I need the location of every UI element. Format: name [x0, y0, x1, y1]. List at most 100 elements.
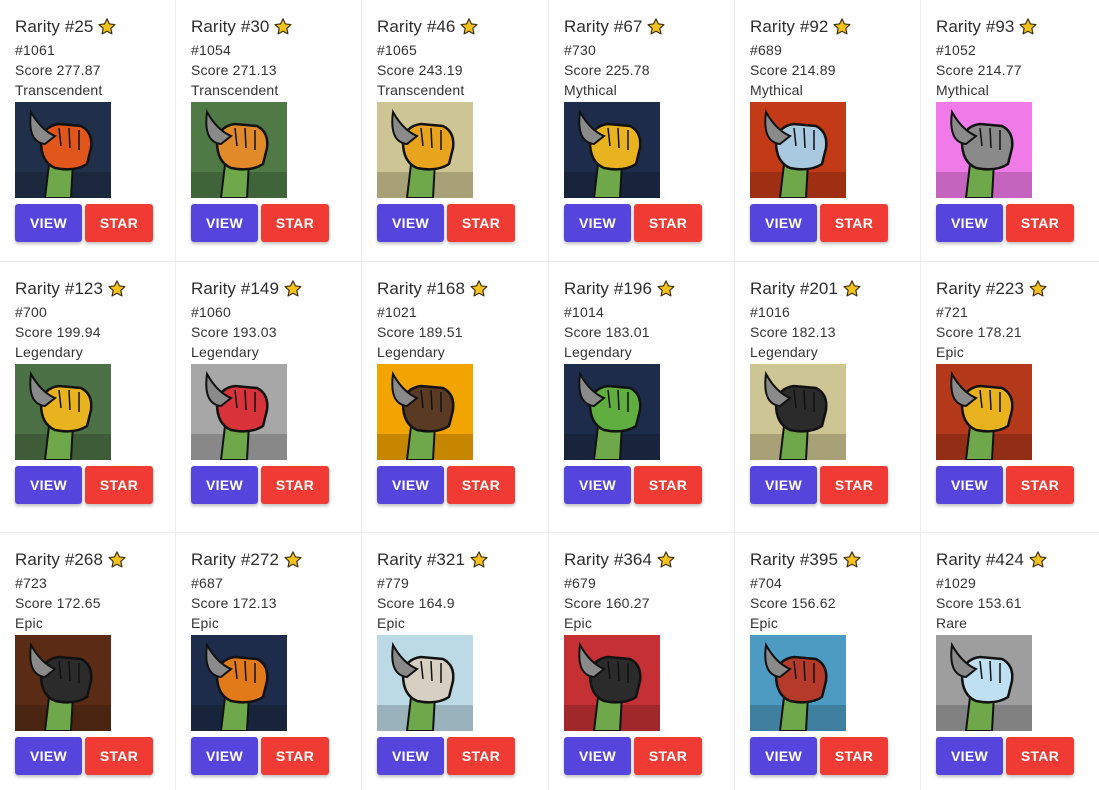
star-icon[interactable] [469, 279, 489, 299]
rarity-score: Score 178.21 [936, 324, 1022, 340]
view-button[interactable]: VIEW [564, 737, 631, 775]
token-id: #721 [936, 304, 968, 320]
star-icon[interactable] [1028, 279, 1048, 299]
card-header: Rarity #25 [15, 15, 175, 39]
nft-card: Rarity #196 #1014 Score 183.01 Legendary… [549, 262, 735, 533]
view-button[interactable]: VIEW [936, 204, 1003, 242]
token-id: #1052 [936, 42, 976, 58]
star-button[interactable]: STAR [261, 466, 329, 504]
view-button[interactable]: VIEW [377, 204, 444, 242]
token-id: #1060 [191, 304, 231, 320]
star-icon[interactable] [656, 550, 676, 570]
view-button[interactable]: VIEW [936, 466, 1003, 504]
rarity-score: Score 193.03 [191, 324, 277, 340]
view-button[interactable]: VIEW [750, 737, 817, 775]
view-button[interactable]: VIEW [377, 466, 444, 504]
star-button[interactable]: STAR [261, 737, 329, 775]
star-button[interactable]: STAR [634, 466, 702, 504]
star-button[interactable]: STAR [820, 204, 888, 242]
star-button[interactable]: STAR [85, 204, 153, 242]
star-button[interactable]: STAR [85, 466, 153, 504]
view-button[interactable]: VIEW [15, 737, 82, 775]
star-icon[interactable] [459, 17, 479, 37]
hand-artwork-image [191, 102, 287, 198]
star-button[interactable]: STAR [820, 466, 888, 504]
star-icon[interactable] [842, 550, 862, 570]
star-button[interactable]: STAR [447, 737, 515, 775]
card-header: Rarity #223 [936, 277, 1099, 301]
view-button[interactable]: VIEW [750, 204, 817, 242]
token-id: #1021 [377, 304, 417, 320]
star-button[interactable]: STAR [1006, 204, 1074, 242]
star-icon[interactable] [107, 550, 127, 570]
star-button[interactable]: STAR [261, 204, 329, 242]
star-icon[interactable] [273, 17, 293, 37]
rarity-score: Score 160.27 [564, 595, 650, 611]
view-button[interactable]: VIEW [936, 737, 1003, 775]
star-button[interactable]: STAR [1006, 466, 1074, 504]
card-header: Rarity #168 [377, 277, 548, 301]
rarity-tier: Transcendent [191, 82, 279, 98]
star-icon[interactable] [646, 17, 666, 37]
star-icon[interactable] [283, 279, 303, 299]
star-icon[interactable] [1018, 17, 1038, 37]
hand-artwork-image [564, 364, 660, 460]
rarity-score: Score 189.51 [377, 324, 463, 340]
star-icon[interactable] [1028, 550, 1048, 570]
card-header: Rarity #123 [15, 277, 175, 301]
card-actions: VIEW STAR [936, 737, 1099, 775]
view-button[interactable]: VIEW [15, 466, 82, 504]
view-button[interactable]: VIEW [191, 466, 258, 504]
view-button[interactable]: VIEW [191, 204, 258, 242]
star-icon[interactable] [97, 17, 117, 37]
view-button[interactable]: VIEW [564, 204, 631, 242]
hand-artwork-image [191, 364, 287, 460]
star-button[interactable]: STAR [447, 204, 515, 242]
nft-card: Rarity #25 #1061 Score 277.87 Transcende… [0, 0, 176, 262]
view-button[interactable]: VIEW [191, 737, 258, 775]
star-button[interactable]: STAR [634, 204, 702, 242]
star-icon[interactable] [656, 279, 676, 299]
token-id: #1061 [15, 42, 55, 58]
star-icon[interactable] [842, 279, 862, 299]
rarity-rank: Rarity #424 [936, 550, 1025, 569]
star-button[interactable]: STAR [85, 737, 153, 775]
star-button[interactable]: STAR [447, 466, 515, 504]
card-actions: VIEW STAR [564, 466, 734, 504]
nft-card: Rarity #93 #1052 Score 214.77 Mythical V… [921, 0, 1099, 262]
rarity-tier: Legendary [191, 344, 259, 360]
nft-card: Rarity #272 #687 Score 172.13 Epic VIEW … [176, 533, 362, 790]
card-actions: VIEW STAR [936, 466, 1099, 504]
rarity-tier: Transcendent [15, 82, 103, 98]
star-icon[interactable] [832, 17, 852, 37]
rarity-rank: Rarity #395 [750, 550, 839, 569]
card-header: Rarity #92 [750, 15, 920, 39]
nft-card: Rarity #201 #1016 Score 182.13 Legendary… [735, 262, 921, 533]
view-button[interactable]: VIEW [564, 466, 631, 504]
star-button[interactable]: STAR [820, 737, 888, 775]
rarity-tier: Mythical [564, 82, 617, 98]
view-button[interactable]: VIEW [15, 204, 82, 242]
rarity-score: Score 183.01 [564, 324, 650, 340]
view-button[interactable]: VIEW [750, 466, 817, 504]
star-icon[interactable] [469, 550, 489, 570]
rarity-tier: Epic [750, 615, 779, 631]
nft-card: Rarity #424 #1029 Score 153.61 Rare VIEW… [921, 533, 1099, 790]
token-id: #1054 [191, 42, 231, 58]
hand-artwork-image [750, 364, 846, 460]
rarity-tier: Epic [15, 615, 44, 631]
hand-artwork-image [377, 635, 473, 731]
star-icon[interactable] [107, 279, 127, 299]
card-header: Rarity #268 [15, 548, 175, 572]
view-button[interactable]: VIEW [377, 737, 444, 775]
nft-card: Rarity #364 #679 Score 160.27 Epic VIEW … [549, 533, 735, 790]
star-button[interactable]: STAR [634, 737, 702, 775]
nft-card: Rarity #321 #779 Score 164.9 Epic VIEW S… [362, 533, 549, 790]
star-icon[interactable] [283, 550, 303, 570]
card-actions: VIEW STAR [377, 737, 548, 775]
rarity-rank: Rarity #272 [191, 550, 280, 569]
rarity-score: Score 243.19 [377, 62, 463, 78]
rarity-score: Score 277.87 [15, 62, 101, 78]
nft-card: Rarity #149 #1060 Score 193.03 Legendary… [176, 262, 362, 533]
star-button[interactable]: STAR [1006, 737, 1074, 775]
